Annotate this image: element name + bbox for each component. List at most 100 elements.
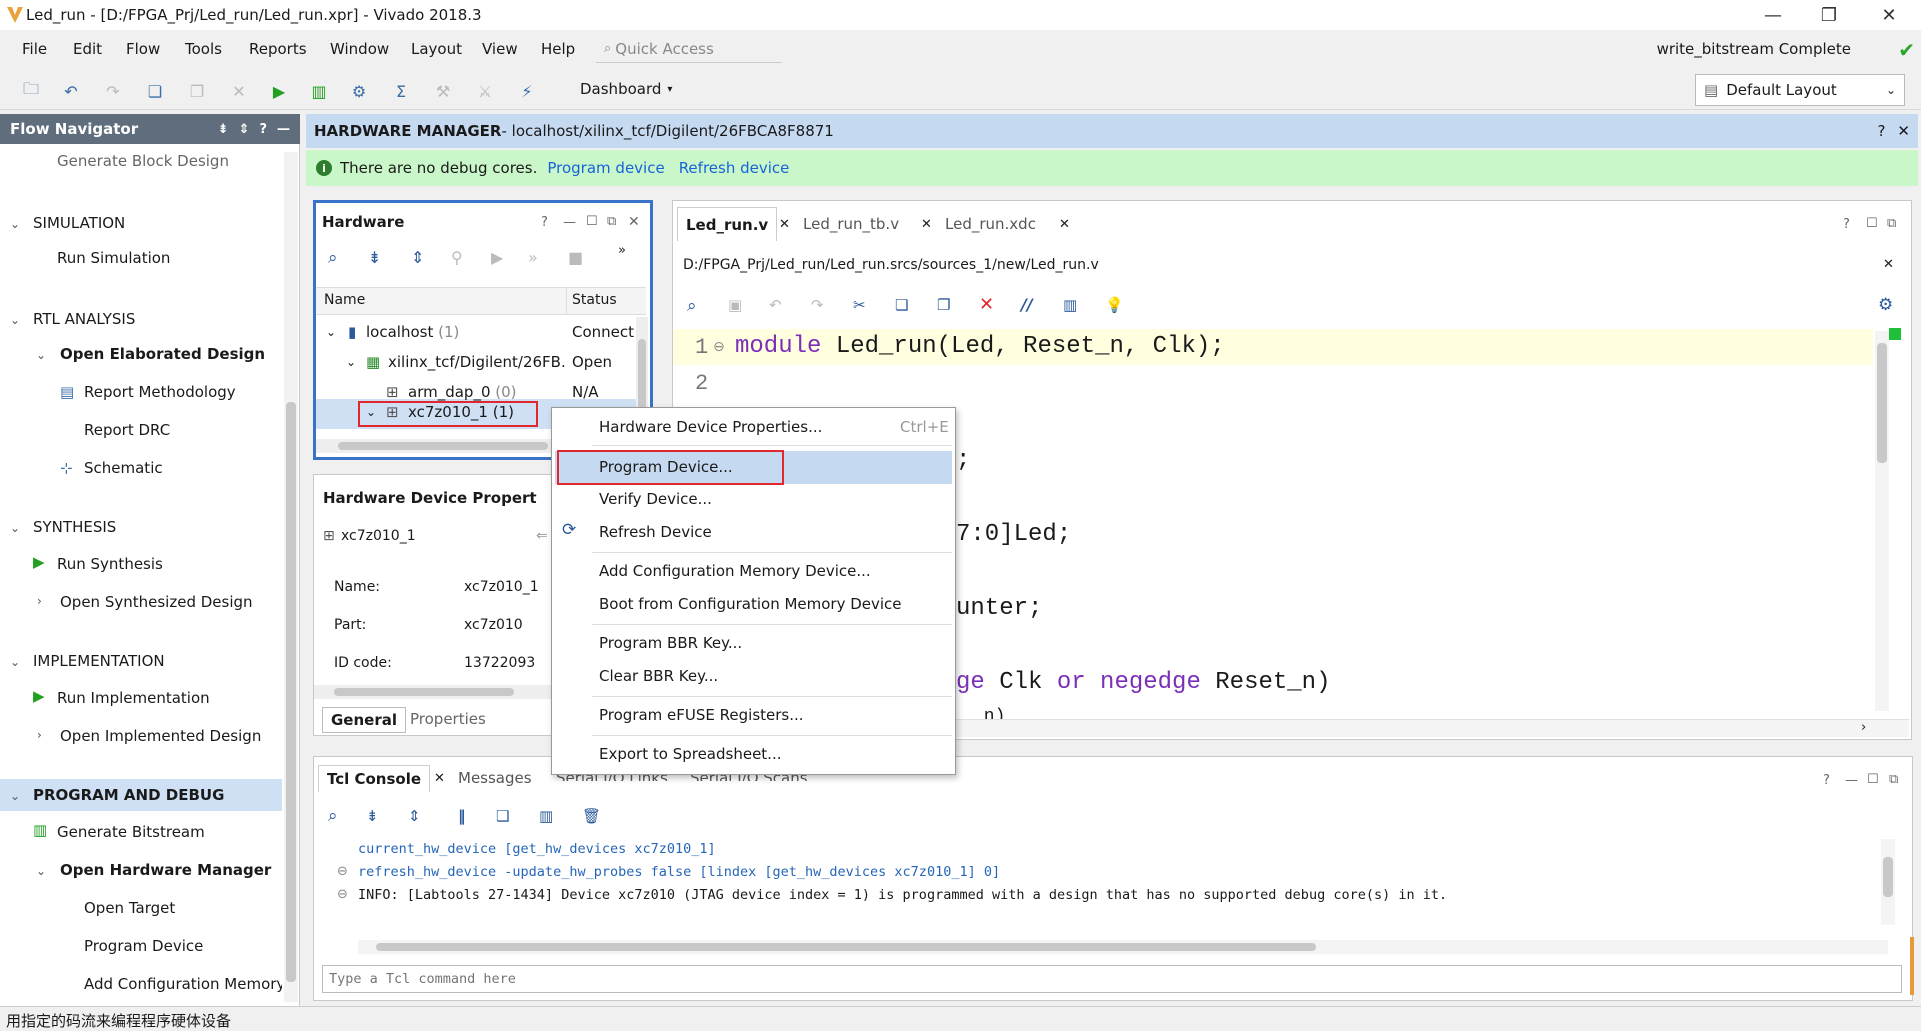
nav-open-hardware-manager[interactable]: Open Hardware Manager [60, 861, 271, 879]
copy-icon[interactable]: ❏ [496, 807, 509, 825]
collapse-all-icon[interactable]: ⇟ [218, 122, 229, 137]
layout-select[interactable]: ▤ Default Layout ⌄ [1695, 74, 1905, 106]
quick-access-input[interactable]: ⌕ Quick Access [596, 35, 782, 63]
nav-section-program-debug[interactable]: PROGRAM AND DEBUG [33, 786, 224, 804]
v-scrollbar[interactable] [1875, 331, 1889, 711]
pause-icon[interactable]: ‖ [458, 807, 466, 825]
save-icon[interactable]: ▣ [728, 296, 742, 314]
float-icon[interactable]: ⧉ [1887, 216, 1896, 231]
fold-icon[interactable]: ⊖ [337, 864, 348, 879]
menu-item-refresh-device[interactable]: Refresh Device [599, 523, 712, 541]
scrollbar-thumb[interactable] [376, 943, 1316, 951]
minimize-panel-icon[interactable]: — [563, 215, 576, 230]
copy-icon[interactable]: ❏ [895, 296, 908, 314]
search-icon[interactable]: ⌕ [687, 296, 697, 316]
tab-led-run-v[interactable]: Led_run.v [677, 207, 778, 241]
auto-connect-icon[interactable]: ⚲ [451, 248, 463, 267]
tab-led-run-tb-v[interactable]: Led_run_tb.v [795, 207, 907, 241]
restore-button[interactable]: ❐ [1801, 2, 1857, 28]
close-button[interactable]: ✕ [1861, 2, 1917, 28]
back-icon[interactable]: ⇐ [536, 528, 548, 544]
minimize-button[interactable]: — [1745, 2, 1801, 28]
sigma-icon[interactable]: Σ [390, 80, 412, 102]
column-status[interactable]: Status [572, 292, 617, 308]
minimize-panel-icon[interactable]: — [277, 122, 290, 137]
redo-icon[interactable]: ↷ [811, 296, 824, 314]
v-scrollbar[interactable] [1881, 839, 1895, 925]
menu-item-add-config-memory[interactable]: Add Configuration Memory Device... [599, 562, 871, 580]
resize-handle[interactable] [1910, 937, 1914, 995]
undo-icon[interactable]: ↶ [60, 80, 82, 102]
tab-tcl-console[interactable]: Tcl Console [318, 765, 431, 792]
chevron-down-icon[interactable]: ⌄ [10, 313, 20, 327]
fold-icon[interactable]: ⊖ [337, 887, 348, 902]
paste-icon[interactable]: ❐ [186, 80, 208, 102]
gear-icon[interactable]: ⚙ [1878, 295, 1893, 315]
fast-forward-icon[interactable]: » [528, 248, 538, 267]
menu-edit[interactable]: Edit [73, 40, 102, 58]
menu-reports[interactable]: Reports [249, 40, 307, 58]
debug-icon[interactable]: ⚒ [432, 80, 454, 102]
comment-icon[interactable]: // [1021, 295, 1033, 314]
settings-icon[interactable]: ⚙ [348, 80, 370, 102]
close-icon[interactable]: ✕ [628, 214, 640, 230]
cancel-run-icon[interactable]: ⚡ [516, 80, 538, 102]
nav-generate-bitstream[interactable]: Generate Bitstream [57, 823, 205, 841]
chevron-down-icon[interactable]: ⌄ [10, 655, 20, 669]
menu-item-clear-bbr-key[interactable]: Clear BBR Key... [599, 667, 718, 685]
close-tab-icon[interactable]: ✕ [1059, 217, 1070, 232]
chevron-down-icon[interactable]: ⌄ [10, 789, 20, 803]
help-icon[interactable]: ? [1877, 122, 1885, 140]
probe-icon[interactable]: ⚔ [474, 80, 496, 102]
run-icon[interactable]: ▶ [268, 80, 290, 102]
close-icon[interactable]: ✕ [1897, 122, 1910, 140]
more-icon[interactable]: » [618, 243, 626, 258]
maximize-icon[interactable]: ☐ [1867, 772, 1879, 787]
open-project-icon[interactable]: 🗀 [20, 79, 42, 102]
fold-icon[interactable]: ⊖ [713, 339, 725, 355]
nav-section-synthesis[interactable]: SYNTHESIS [33, 518, 116, 536]
close-tab-icon[interactable]: ✕ [921, 217, 932, 232]
nav-run-simulation[interactable]: Run Simulation [57, 249, 170, 267]
maximize-icon[interactable]: ☐ [1866, 216, 1878, 231]
help-icon[interactable]: ? [1823, 773, 1830, 788]
nav-add-config-memory[interactable]: Add Configuration Memory Dev [84, 975, 282, 993]
expand-all-icon[interactable]: ⇕ [411, 248, 424, 267]
chevron-right-icon[interactable]: › [37, 594, 42, 608]
columns-icon[interactable]: ▥ [1063, 296, 1077, 314]
undo-icon[interactable]: ↶ [769, 296, 782, 314]
nav-open-elaborated-design[interactable]: Open Elaborated Design [60, 345, 265, 363]
close-tab-icon[interactable]: ✕ [779, 217, 790, 232]
scrollbar-thumb[interactable] [334, 688, 514, 696]
scrollbar-thumb[interactable] [1883, 857, 1893, 897]
menu-item-program-efuse[interactable]: Program eFUSE Registers... [599, 706, 804, 724]
menu-item-device-properties[interactable]: Hardware Device Properties... [599, 418, 822, 436]
stop-icon[interactable]: ■ [568, 248, 583, 267]
run-icon[interactable]: ▶ [491, 248, 503, 267]
chevron-down-icon[interactable]: ⌄ [36, 348, 46, 362]
float-icon[interactable]: ⧉ [607, 214, 616, 229]
copy-icon[interactable]: ❏ [144, 80, 166, 102]
nav-section-simulation[interactable]: SIMULATION [33, 214, 125, 232]
tab-general[interactable]: General [322, 707, 406, 733]
nav-open-synthesized-design[interactable]: Open Synthesized Design [60, 593, 253, 611]
nav-section-implementation[interactable]: IMPLEMENTATION [33, 652, 165, 670]
menu-view[interactable]: View [482, 40, 518, 58]
code-line-1[interactable]: module Led_run(Led, Reset_n, Clk); [735, 333, 1225, 360]
tree-row-target[interactable]: xilinx_tcf/Digilent/26FB... [388, 353, 566, 371]
menu-tools[interactable]: Tools [185, 40, 222, 58]
delete-icon[interactable]: ✕ [228, 80, 250, 102]
delete-icon[interactable]: ✕ [979, 294, 994, 315]
expand-icon[interactable]: ⇕ [239, 122, 250, 137]
nav-section-rtl-analysis[interactable]: RTL ANALYSIS [33, 310, 135, 328]
collapse-all-icon[interactable]: ⇟ [368, 248, 381, 267]
close-icon[interactable]: ✕ [1883, 257, 1894, 272]
nav-run-implementation[interactable]: Run Implementation [57, 689, 210, 707]
redo-icon[interactable]: ↷ [102, 80, 124, 102]
help-icon[interactable]: ? [1843, 217, 1850, 232]
dashboard-button[interactable]: Dashboard ▾ [580, 80, 672, 98]
help-icon[interactable]: ? [259, 122, 267, 137]
tab-properties[interactable]: Properties [410, 710, 486, 728]
nav-generate-block-design[interactable]: Generate Block Design [57, 152, 229, 170]
tcl-command-input[interactable] [322, 965, 1902, 993]
